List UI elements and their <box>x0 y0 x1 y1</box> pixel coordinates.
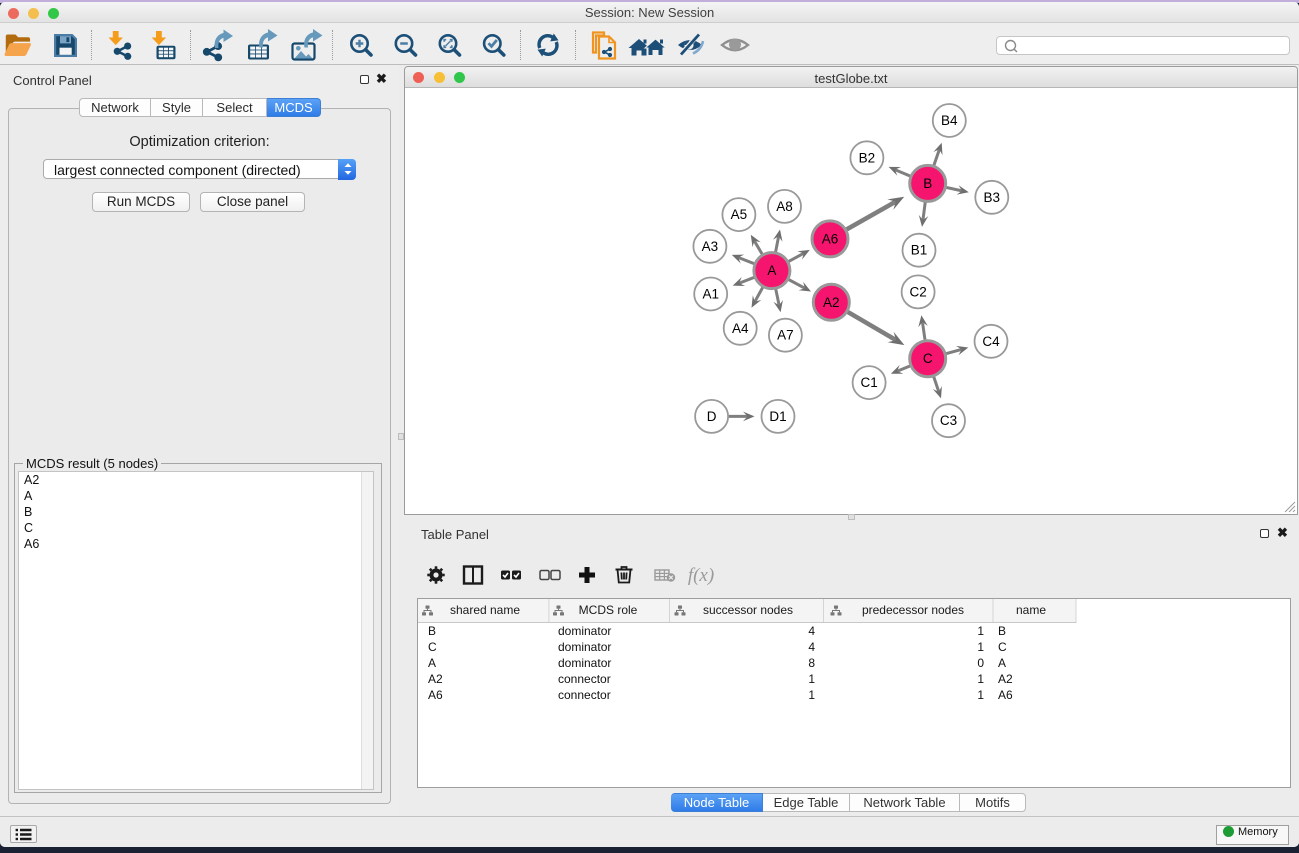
svg-text:B2: B2 <box>859 150 876 165</box>
svg-text:A4: A4 <box>732 320 749 335</box>
svg-text:B4: B4 <box>941 113 958 128</box>
svg-text:connector: connector <box>558 672 611 686</box>
svg-text:A2: A2 <box>823 294 840 309</box>
svg-text:C1: C1 <box>860 375 877 390</box>
svg-text:successor nodes: successor nodes <box>703 603 793 617</box>
svg-text:4: 4 <box>808 640 815 654</box>
svg-text:1: 1 <box>977 672 984 686</box>
svg-text:f(x): f(x) <box>688 565 714 586</box>
svg-text:1: 1 <box>808 672 815 686</box>
svg-text:C: C <box>923 351 933 366</box>
svg-text:A8: A8 <box>776 198 793 213</box>
svg-text:A5: A5 <box>731 207 748 222</box>
svg-text:A: A <box>428 656 436 670</box>
svg-text:0: 0 <box>977 656 984 670</box>
svg-text:A6: A6 <box>822 231 839 246</box>
svg-text:A7: A7 <box>777 327 794 342</box>
svg-text:A: A <box>767 263 776 278</box>
svg-text:C3: C3 <box>940 413 957 428</box>
svg-text:1: 1 <box>977 640 984 654</box>
svg-text:A: A <box>998 656 1006 670</box>
svg-text:D1: D1 <box>769 408 786 423</box>
svg-text:connector: connector <box>558 688 611 702</box>
svg-text:8: 8 <box>808 656 815 670</box>
svg-text:A6: A6 <box>998 688 1013 702</box>
svg-text:C: C <box>428 640 437 654</box>
svg-text:A1: A1 <box>702 286 719 301</box>
svg-text:B: B <box>998 624 1006 638</box>
svg-text:dominator: dominator <box>558 656 611 670</box>
svg-text:A2: A2 <box>998 672 1013 686</box>
svg-text:D: D <box>707 408 717 423</box>
svg-text:MCDS role: MCDS role <box>579 603 638 617</box>
svg-text:C4: C4 <box>982 333 1000 348</box>
svg-text:shared name: shared name <box>450 603 520 617</box>
svg-text:dominator: dominator <box>558 640 611 654</box>
svg-text:A2: A2 <box>428 672 443 686</box>
svg-text:B: B <box>428 624 436 638</box>
svg-text:B3: B3 <box>984 189 1001 204</box>
svg-text:1: 1 <box>808 688 815 702</box>
svg-text:A6: A6 <box>428 688 443 702</box>
svg-text:B1: B1 <box>911 242 928 257</box>
svg-text:name: name <box>1016 603 1046 617</box>
svg-text:predecessor nodes: predecessor nodes <box>862 603 964 617</box>
svg-text:dominator: dominator <box>558 624 611 638</box>
svg-text:1: 1 <box>977 624 984 638</box>
svg-text:B: B <box>923 175 932 190</box>
svg-text:A3: A3 <box>702 238 719 253</box>
svg-text:1: 1 <box>977 688 984 702</box>
svg-text:C2: C2 <box>909 284 926 299</box>
svg-text:C: C <box>998 640 1007 654</box>
svg-text:4: 4 <box>808 624 815 638</box>
